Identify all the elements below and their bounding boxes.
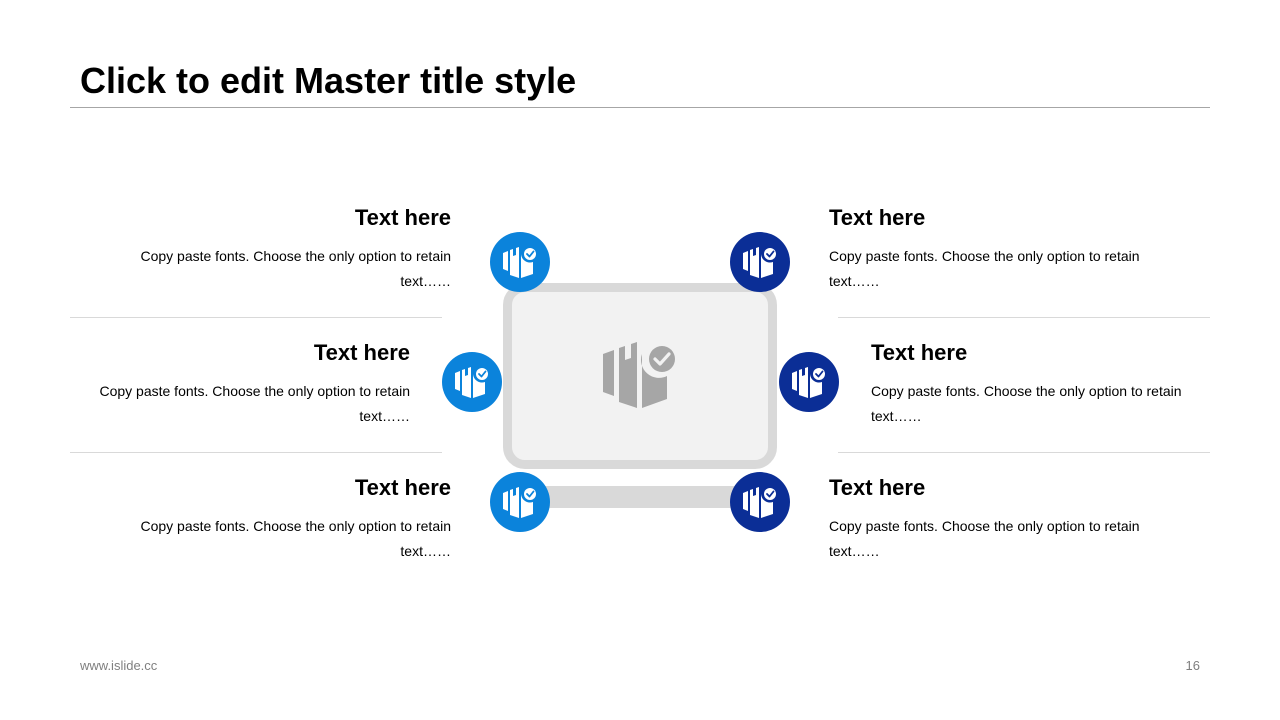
- divider-left-2: [70, 452, 442, 453]
- package-check-icon: [442, 352, 502, 412]
- text-block-right-bottom: Text here Copy paste fonts. Choose the o…: [829, 474, 1159, 564]
- block-heading: Text here: [829, 205, 926, 230]
- text-block-left-middle: Text here Copy paste fonts. Choose the o…: [80, 339, 410, 429]
- block-body: Copy paste fonts. Choose the only option…: [99, 383, 410, 424]
- block-body: Copy paste fonts. Choose the only option…: [871, 383, 1182, 424]
- divider-right-1: [838, 317, 1210, 318]
- block-heading: Text here: [313, 340, 410, 365]
- block-heading: Text here: [871, 340, 968, 365]
- divider-right-2: [838, 452, 1210, 453]
- footer-url: www.islide.cc: [80, 658, 158, 673]
- package-check-icon: [603, 342, 675, 408]
- package-check-icon: [779, 352, 839, 412]
- slide-title: Click to edit Master title style: [80, 60, 577, 101]
- block-body: Copy paste fonts. Choose the only option…: [140, 518, 451, 559]
- package-check-icon: [730, 472, 790, 532]
- block-body: Copy paste fonts. Choose the only option…: [140, 248, 451, 289]
- device-base: [522, 486, 758, 508]
- block-body: Copy paste fonts. Choose the only option…: [829, 248, 1140, 289]
- block-heading: Text here: [354, 205, 451, 230]
- divider-left-1: [70, 317, 442, 318]
- page-number: 16: [1185, 658, 1200, 673]
- text-block-left-top: Text here Copy paste fonts. Choose the o…: [121, 204, 451, 294]
- text-block-right-top: Text here Copy paste fonts. Choose the o…: [829, 204, 1159, 294]
- text-block-left-bottom: Text here Copy paste fonts. Choose the o…: [121, 474, 451, 564]
- package-check-icon: [490, 232, 550, 292]
- text-block-right-middle: Text here Copy paste fonts. Choose the o…: [871, 339, 1201, 429]
- block-heading: Text here: [829, 475, 926, 500]
- package-check-icon: [490, 472, 550, 532]
- block-heading: Text here: [354, 475, 451, 500]
- package-check-icon: [730, 232, 790, 292]
- title-divider: [70, 107, 1210, 108]
- block-body: Copy paste fonts. Choose the only option…: [829, 518, 1140, 559]
